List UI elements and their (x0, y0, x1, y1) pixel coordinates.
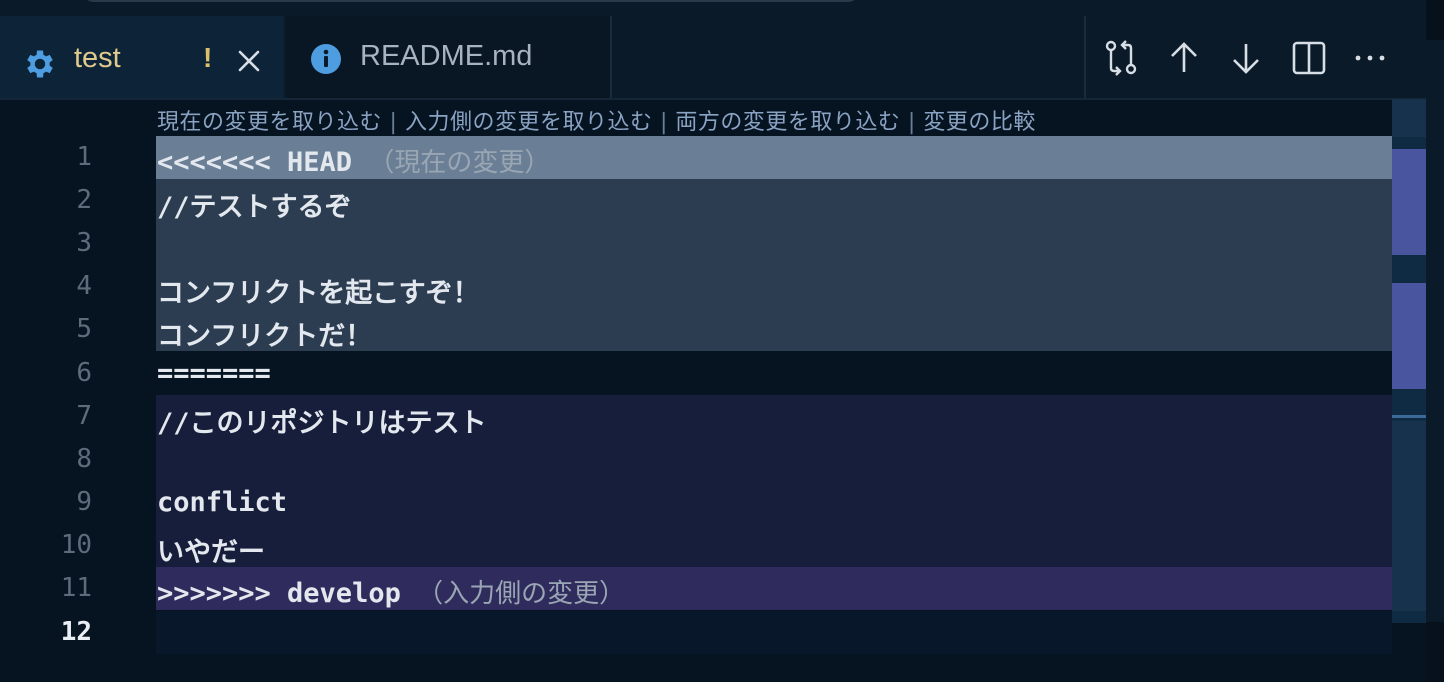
line-number: 3 (76, 228, 92, 258)
compare-changes-icon[interactable] (1102, 38, 1142, 78)
code-line[interactable]: 3 (0, 222, 1392, 265)
line-text: コンフリクトを起こすぞ！ (157, 278, 480, 309)
codelens-separator: | (659, 110, 668, 135)
code-line[interactable]: 1 <<<<<<< HEAD （現在の変更） (0, 136, 1392, 179)
line-number: 9 (76, 487, 92, 517)
line-number: 10 (60, 530, 92, 560)
codelens-separator: | (907, 110, 916, 135)
line-text: いやだー (157, 537, 265, 568)
line-number: 8 (76, 444, 92, 474)
line-number: 1 (76, 142, 92, 172)
conflict-label: （現在の変更） (368, 148, 551, 178)
right-edge (1426, 0, 1444, 682)
info-icon (310, 43, 342, 75)
compare-changes-link[interactable]: 変更の比較 (923, 110, 1036, 135)
line-number: 2 (76, 185, 92, 215)
code-line[interactable]: 5 コンフリクトだ！ (0, 308, 1392, 352)
command-center[interactable] (82, 0, 860, 2)
minimap-cursor-marker (1392, 415, 1426, 418)
line-text: //このリポジトリはテスト (157, 408, 487, 439)
tab-label: README.md (360, 40, 533, 72)
accept-both-changes-link[interactable]: 両方の変更を取り込む (675, 110, 900, 135)
code-line[interactable]: 11 >>>>>>> develop （入力側の変更） (0, 567, 1392, 610)
tab-bar: test ! README.md (0, 0, 1444, 100)
tab-test[interactable]: test ! (0, 16, 284, 100)
close-icon[interactable] (236, 48, 262, 74)
line-number: 5 (76, 314, 92, 344)
code-line[interactable]: 10 いやだー (0, 524, 1392, 568)
code-line[interactable]: 9 conflict (0, 481, 1392, 524)
line-number: 12 (60, 617, 92, 647)
line-number: 11 (60, 573, 92, 603)
code-line[interactable]: 8 (0, 438, 1392, 481)
accept-current-change-link[interactable]: 現在の変更を取り込む (157, 110, 382, 135)
code-line[interactable]: 12 (0, 611, 1392, 654)
conflict-label: （入力側の変更） (417, 579, 626, 609)
codelens-separator: | (389, 110, 398, 135)
line-number: 7 (76, 401, 92, 431)
more-actions-icon[interactable] (1350, 38, 1390, 78)
actions-divider (1084, 16, 1086, 98)
merge-conflict-codelens: 現在の変更を取り込む | 入力側の変更を取り込む | 両方の変更を取り込む | … (157, 104, 1036, 136)
editor-border (0, 98, 1426, 100)
arrow-down-icon[interactable] (1226, 38, 1266, 78)
line-text: >>>>>>> develop （入力側の変更） (157, 578, 626, 609)
line-text: conflict (157, 487, 288, 518)
minimap-region (1392, 421, 1426, 611)
tab-label: test (74, 42, 121, 74)
line-text: <<<<<<< HEAD （現在の変更） (157, 147, 551, 178)
arrow-up-icon[interactable] (1164, 38, 1204, 78)
accept-incoming-change-link[interactable]: 入力側の変更を取り込む (405, 110, 653, 135)
line-text: ======= (157, 358, 271, 389)
minimap-current-change (1392, 283, 1426, 389)
code-line[interactable]: 7 //このリポジトリはテスト (0, 395, 1392, 439)
line-number: 6 (76, 358, 92, 388)
minimap-region (1392, 99, 1426, 137)
minimap-current-change (1392, 149, 1426, 255)
gear-icon (22, 46, 58, 82)
line-number: 4 (76, 271, 92, 301)
minimap-scrollbar[interactable] (1392, 99, 1426, 623)
line-text: コンフリクトだ！ (157, 321, 373, 352)
split-editor-icon[interactable] (1289, 38, 1329, 78)
tab-readme[interactable]: README.md (286, 16, 612, 100)
code-line[interactable]: 6 ======= (0, 352, 1392, 395)
code-line[interactable]: 2 //テストするぞ (0, 179, 1392, 223)
code-line[interactable]: 4 コンフリクトを起こすぞ！ (0, 265, 1392, 309)
modified-indicator: ! (203, 42, 213, 73)
line-text: //テストするぞ (157, 192, 352, 223)
